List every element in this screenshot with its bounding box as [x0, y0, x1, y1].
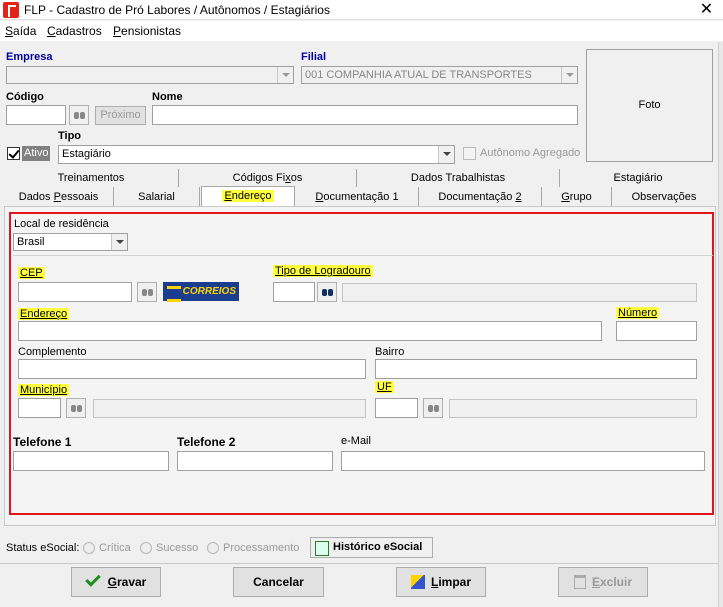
- tab-documentacao-2[interactable]: Documentação 2: [419, 187, 542, 207]
- radio-processamento: [207, 542, 219, 554]
- municipio-desc: [93, 399, 366, 418]
- excluir-button[interactable]: Excluir: [558, 567, 648, 597]
- bairro-field[interactable]: [375, 359, 697, 379]
- codigo-label: Código: [6, 91, 44, 103]
- tipo-logradouro-label: Tipo de Logradouro: [273, 265, 373, 277]
- local-residencia-label: Local de residência: [14, 218, 109, 230]
- app-logo-icon: [3, 2, 19, 18]
- group-divider: [13, 255, 713, 256]
- cep-label: CEP: [18, 267, 45, 279]
- cep-field[interactable]: [18, 282, 132, 302]
- tabs-row-1: Treinamentos Códigos Fixos Dados Trabalh…: [0, 169, 718, 187]
- cancelar-button[interactable]: Cancelar: [233, 567, 324, 597]
- tabs-row-2: Dados Pessoais Salarial Endereço Documen…: [0, 186, 718, 207]
- numero-label: Número: [616, 307, 660, 319]
- critica-label: Crítica: [99, 542, 131, 554]
- empresa-select[interactable]: [6, 66, 294, 84]
- tab-dados-pessoais[interactable]: Dados Pessoais: [4, 187, 114, 207]
- tab-observacoes[interactable]: Observações: [612, 187, 716, 207]
- uf-field[interactable]: [375, 398, 418, 418]
- codigo-field[interactable]: [6, 105, 66, 125]
- tab-treinamentos[interactable]: Treinamentos: [4, 169, 179, 187]
- nome-label: Nome: [152, 91, 183, 103]
- filial-label: Filial: [301, 51, 327, 63]
- chevron-down-icon: [277, 67, 293, 83]
- telefone1-field[interactable]: [13, 451, 169, 471]
- trash-icon: [573, 574, 586, 589]
- brush-icon: [410, 574, 425, 589]
- endereco-label: Endereço: [18, 308, 70, 320]
- ativo-label: Ativo: [22, 146, 51, 161]
- tipo-select[interactable]: Estagiário: [58, 145, 455, 164]
- proximo-button[interactable]: Próximo: [95, 106, 146, 125]
- telefone1-label: Telefone 1: [13, 435, 72, 449]
- filial-select[interactable]: 001 COMPANHIA ATUAL DE TRANSPORTES: [301, 66, 578, 84]
- empresa-label: Empresa: [6, 51, 53, 63]
- email-label: e-Mail: [341, 435, 371, 447]
- uf-desc: [449, 399, 697, 418]
- tab-grupo[interactable]: Grupo: [542, 187, 612, 207]
- sucesso-label: Sucesso: [156, 542, 199, 554]
- municipio-code-field[interactable]: [18, 398, 61, 418]
- processamento-label: Processamento: [223, 542, 300, 554]
- telefone2-field[interactable]: [177, 451, 333, 471]
- title-bar: FLP - Cadastro de Pró Labores / Autônomo…: [0, 0, 723, 20]
- menu-bar: Saída Cadastros Pensionistas: [0, 21, 723, 41]
- search-cep-icon[interactable]: [137, 282, 157, 302]
- tab-documentacao-1[interactable]: Documentação 1: [296, 187, 419, 207]
- bairro-label: Bairro: [375, 346, 405, 358]
- gravar-button[interactable]: Gravar: [71, 567, 161, 597]
- uf-label: UF: [375, 381, 394, 393]
- tab-estagiario[interactable]: Estagiário: [560, 169, 716, 187]
- window-title: FLP - Cadastro de Pró Labores / Autônomo…: [24, 3, 330, 17]
- tab-dados-trabalhistas[interactable]: Dados Trabalhistas: [357, 169, 560, 187]
- limpar-button[interactable]: Limpar: [396, 567, 486, 597]
- search-municipio-icon[interactable]: [66, 398, 86, 418]
- pais-select[interactable]: Brasil: [13, 233, 128, 251]
- ativo-checkbox[interactable]: [7, 147, 20, 160]
- menu-saida[interactable]: Saída: [5, 24, 36, 38]
- radio-critica: [83, 542, 95, 554]
- tipo-logradouro-desc: [342, 283, 697, 302]
- footer-separator: [0, 563, 718, 564]
- telefone2-label: Telefone 2: [177, 435, 236, 449]
- autonomo-label: Autônomo Agregado: [480, 147, 581, 159]
- radio-sucesso: [140, 542, 152, 554]
- correios-logo[interactable]: CORREIOS: [163, 282, 239, 302]
- search-uf-icon[interactable]: [423, 398, 443, 418]
- foto-box[interactable]: Foto: [586, 49, 713, 162]
- check-icon: [84, 571, 101, 587]
- tab-salarial[interactable]: Salarial: [114, 187, 200, 207]
- chevron-down-icon: [438, 146, 454, 163]
- historico-esocial-button[interactable]: Histórico eSocial: [310, 537, 433, 558]
- menu-cadastros[interactable]: Cadastros: [47, 24, 102, 38]
- tipo-label: Tipo: [58, 130, 82, 142]
- chevron-down-icon: [561, 67, 577, 83]
- municipio-label: Município: [18, 384, 70, 396]
- nome-field[interactable]: [152, 105, 578, 125]
- complemento-field[interactable]: [18, 359, 366, 379]
- status-esocial-label: Status eSocial:: [6, 542, 80, 554]
- endereco-field[interactable]: [18, 321, 602, 341]
- tipo-logradouro-field[interactable]: [273, 282, 315, 302]
- scrollbar-strip[interactable]: [718, 42, 723, 607]
- tab-codigos-fixos[interactable]: Códigos Fixos: [179, 169, 357, 187]
- chevron-down-icon: [111, 234, 127, 250]
- complemento-label: Complemento: [18, 346, 87, 358]
- numero-field[interactable]: [616, 321, 697, 341]
- autonomo-checkbox[interactable]: [463, 147, 476, 160]
- search-codigo-icon[interactable]: [69, 105, 89, 125]
- tab-endereco[interactable]: Endereço: [201, 186, 295, 207]
- menu-pensionistas[interactable]: Pensionistas: [113, 24, 181, 38]
- email-field[interactable]: [341, 451, 705, 471]
- search-logradouro-icon[interactable]: [317, 282, 337, 302]
- close-icon[interactable]: ✕: [690, 0, 723, 20]
